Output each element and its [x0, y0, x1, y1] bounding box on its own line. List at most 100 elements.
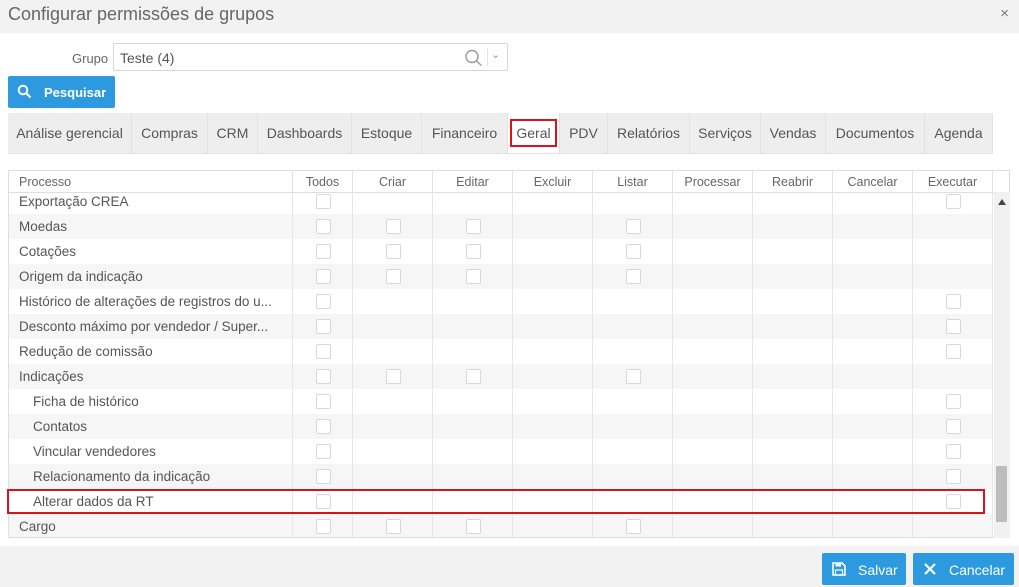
save-button[interactable]: Salvar [822, 553, 906, 585]
permission-checkbox[interactable] [466, 519, 481, 534]
tab-1[interactable]: Compras [132, 113, 208, 154]
permission-cell [833, 389, 913, 414]
permission-cell [433, 239, 513, 264]
permission-cell [913, 289, 993, 314]
permission-cell [833, 264, 913, 289]
search-icon [17, 84, 32, 99]
grid-body: Exportação CREA Moedas Cotações Origem da i… [9, 193, 993, 537]
tabs-divider [8, 153, 993, 154]
permission-checkbox[interactable] [946, 394, 961, 409]
permission-cell [353, 414, 433, 439]
permission-checkbox[interactable] [626, 269, 641, 284]
tab-11[interactable]: Documentos [826, 113, 925, 154]
permission-checkbox[interactable] [946, 319, 961, 334]
permission-checkbox[interactable] [386, 244, 401, 259]
permission-checkbox[interactable] [626, 219, 641, 234]
permission-checkbox[interactable] [316, 444, 331, 459]
permission-cell [293, 489, 353, 514]
tab-label: Vendas [769, 125, 817, 141]
permission-cell [833, 414, 913, 439]
tab-4[interactable]: Estoque [352, 113, 422, 154]
permission-checkbox[interactable] [386, 269, 401, 284]
permission-checkbox[interactable] [316, 519, 331, 534]
table-row: Alterar dados da RT [9, 489, 993, 514]
tab-10[interactable]: Vendas [761, 113, 826, 154]
permission-checkbox[interactable] [316, 219, 331, 234]
save-icon [832, 562, 846, 576]
search-icon[interactable] [464, 49, 484, 67]
permission-cell [293, 264, 353, 289]
permission-cell [293, 214, 353, 239]
search-button[interactable]: Pesquisar [8, 76, 115, 108]
permission-checkbox[interactable] [386, 369, 401, 384]
permission-cell [513, 514, 593, 537]
permission-checkbox[interactable] [946, 294, 961, 309]
permission-checkbox[interactable] [946, 344, 961, 359]
permission-checkbox[interactable] [316, 344, 331, 359]
permission-checkbox[interactable] [316, 369, 331, 384]
tab-7[interactable]: PDV [560, 113, 608, 154]
tab-9[interactable]: Serviços [690, 113, 761, 154]
tab-2[interactable]: CRM [208, 113, 258, 154]
permission-checkbox[interactable] [316, 494, 331, 509]
permission-checkbox[interactable] [316, 419, 331, 434]
permission-checkbox[interactable] [316, 394, 331, 409]
permission-cell [593, 514, 673, 537]
group-select[interactable]: Teste (4) ⌄ [113, 43, 508, 71]
cancel-button[interactable]: Cancelar [913, 553, 1014, 585]
permission-checkbox[interactable] [626, 519, 641, 534]
tab-5[interactable]: Financeiro [422, 113, 508, 154]
permission-cell [833, 314, 913, 339]
permission-checkbox[interactable] [386, 519, 401, 534]
permission-checkbox[interactable] [466, 244, 481, 259]
permission-cell [673, 289, 753, 314]
tab-label: Documentos [835, 125, 915, 141]
tab-8[interactable]: Relatórios [608, 113, 690, 154]
permission-cell [353, 439, 433, 464]
tab-label: Serviços [698, 125, 752, 141]
permission-cell [513, 339, 593, 364]
permission-checkbox[interactable] [466, 219, 481, 234]
tab-0[interactable]: Análise gerencial [8, 113, 132, 154]
permission-checkbox[interactable] [626, 369, 641, 384]
grid-scrollbar[interactable] [994, 192, 1010, 538]
table-row: Vincular vendedores [9, 439, 993, 464]
permission-cell [353, 214, 433, 239]
permission-cell [673, 193, 753, 214]
permissions-grid: Processo Todos Criar Editar Excluir Listar Pro… [8, 170, 1010, 538]
permission-cell [593, 193, 673, 214]
permission-checkbox[interactable] [316, 244, 331, 259]
tab-12[interactable]: Agenda [925, 113, 993, 154]
permission-checkbox[interactable] [316, 294, 331, 309]
permission-checkbox[interactable] [316, 269, 331, 284]
tab-6[interactable]: Geral [508, 113, 560, 154]
chevron-down-icon[interactable]: ⌄ [491, 48, 500, 61]
permission-checkbox[interactable] [386, 219, 401, 234]
permission-checkbox[interactable] [466, 369, 481, 384]
permission-checkbox[interactable] [946, 419, 961, 434]
permission-cell [433, 489, 513, 514]
permission-checkbox[interactable] [946, 444, 961, 459]
close-icon [924, 563, 936, 575]
tab-label: Agenda [934, 125, 983, 141]
scroll-up-icon[interactable] [998, 199, 1006, 205]
permission-checkbox[interactable] [946, 469, 961, 484]
permission-checkbox[interactable] [316, 469, 331, 484]
tab-label: Estoque [360, 125, 413, 141]
permission-checkbox[interactable] [946, 494, 961, 509]
close-icon[interactable]: × [1000, 5, 1009, 22]
permission-cell [513, 289, 593, 314]
permission-checkbox[interactable] [316, 194, 331, 209]
column-header: Executar [913, 171, 993, 193]
permission-cell [593, 314, 673, 339]
permission-checkbox[interactable] [316, 319, 331, 334]
permission-checkbox[interactable] [946, 194, 961, 209]
permission-cell [433, 214, 513, 239]
tab-label: Geral [510, 119, 557, 147]
permission-checkbox[interactable] [626, 244, 641, 259]
permission-cell [433, 264, 513, 289]
scroll-thumb[interactable] [996, 466, 1007, 522]
permission-checkbox[interactable] [466, 269, 481, 284]
permission-cell [913, 264, 993, 289]
tab-3[interactable]: Dashboards [258, 113, 352, 154]
